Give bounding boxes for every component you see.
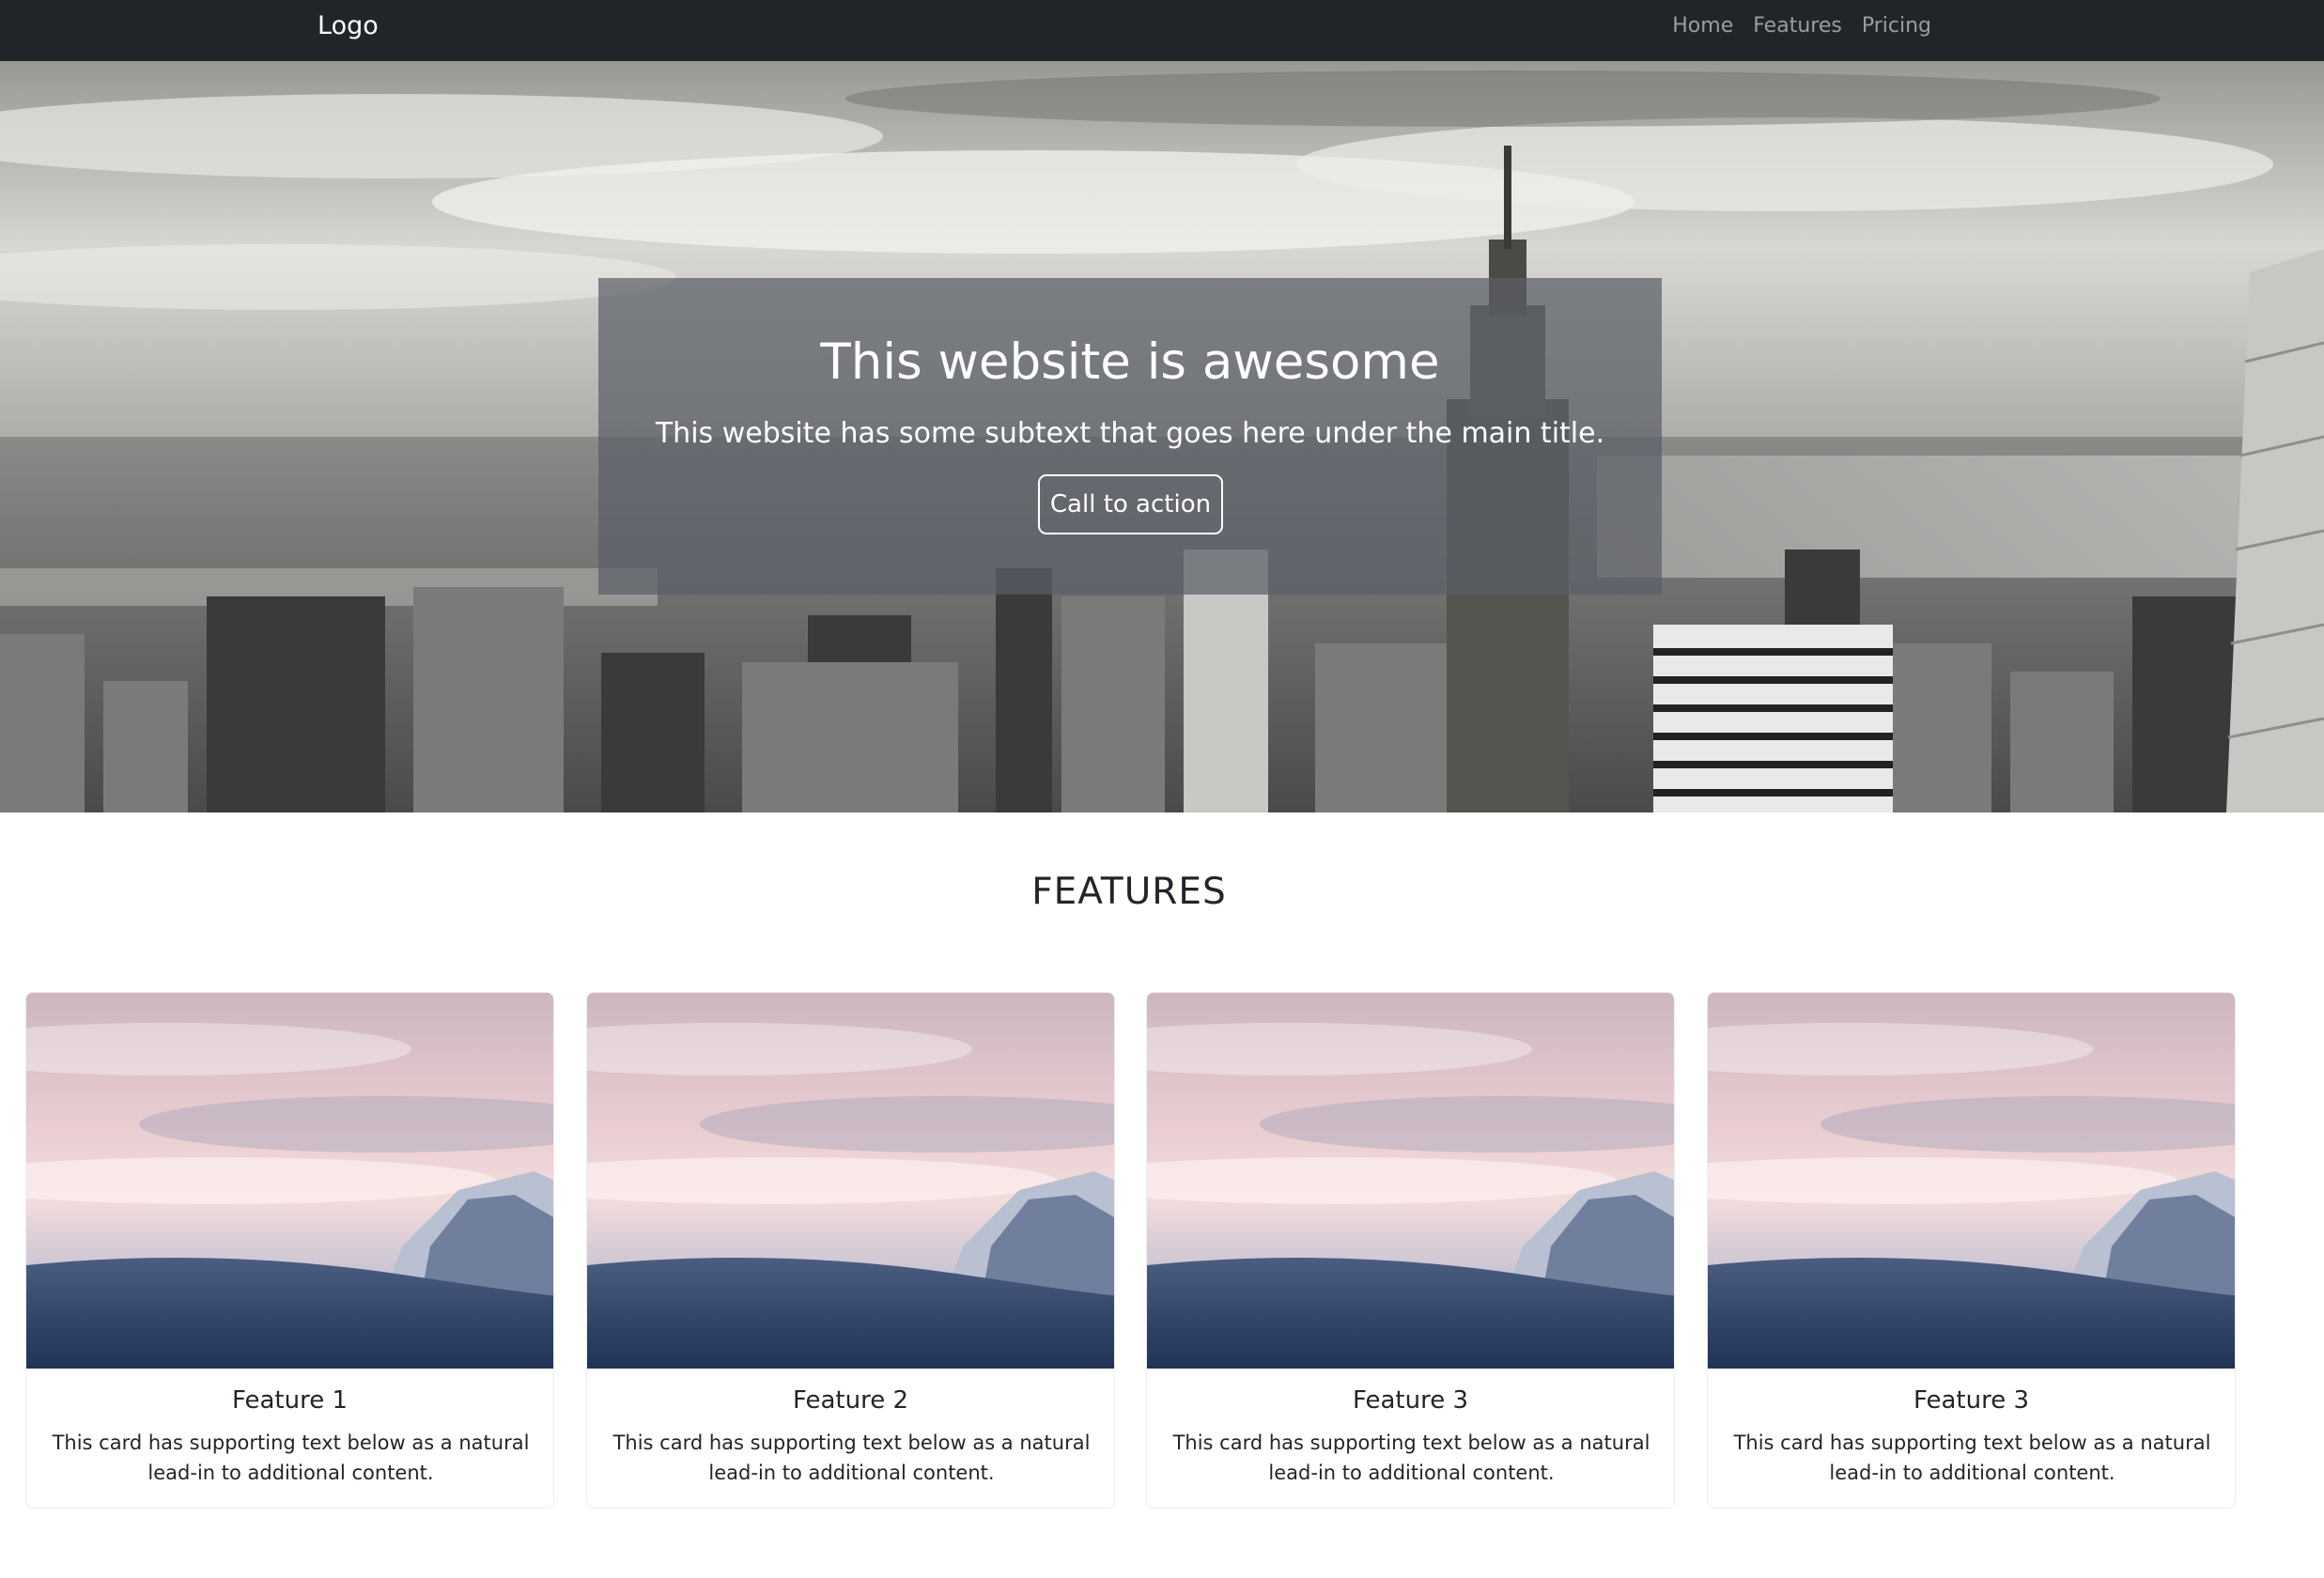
features-heading: FEATURES [1031,871,1227,913]
card-mountain-image [1708,993,2235,1369]
card-title: Feature 3 [1352,1386,1469,1415]
card-text: This card has supporting text below as a… [52,1431,530,1484]
card-mountain-image [587,993,1114,1369]
card-text: This card has supporting text below as a… [1733,1431,2211,1484]
feature-card: Feature 3 This card has supporting text … [1146,992,1675,1508]
site-logo[interactable]: Logo [318,8,379,44]
card-mountain-image [26,993,553,1369]
card-text: This card has supporting text below as a… [612,1431,1091,1484]
card-mountain-image [1147,993,1674,1369]
hero-section: This website is awesome This website has… [0,61,2324,812]
card-title: Feature 1 [231,1386,349,1415]
nav-links: Home Features Pricing [1672,9,1931,43]
hero-subtitle: This website has some subtext that goes … [655,417,1605,450]
feature-card: Feature 2 This card has supporting text … [586,992,1115,1508]
hero-overlay-box: This website is awesome This website has… [598,278,1662,595]
nav-link-pricing[interactable]: Pricing [1862,9,1931,43]
card-title: Feature 3 [1913,1386,2030,1415]
feature-card: Feature 3 This card has supporting text … [1707,992,2236,1508]
hero-title: This website is awesome [820,333,1440,391]
top-navbar: Logo Home Features Pricing [0,0,2324,61]
card-title: Feature 2 [792,1386,909,1415]
call-to-action-button[interactable]: Call to action [1038,474,1223,534]
nav-link-features[interactable]: Features [1753,9,1842,43]
card-text: This card has supporting text below as a… [1172,1431,1650,1484]
nav-link-home[interactable]: Home [1672,9,1733,43]
feature-card: Feature 1 This card has supporting text … [25,992,554,1508]
